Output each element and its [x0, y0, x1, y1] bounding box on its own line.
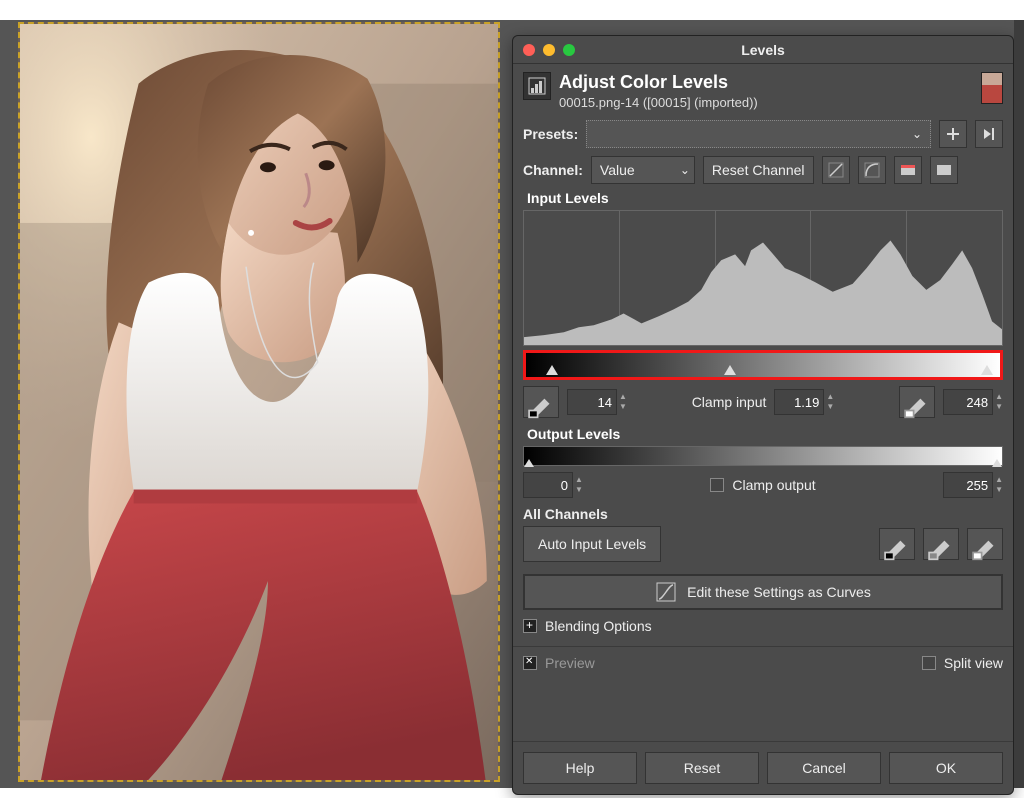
- linear-hist-icon[interactable]: [822, 156, 850, 184]
- output-gradient[interactable]: [523, 446, 1003, 466]
- presets-select[interactable]: ⌄: [586, 120, 931, 148]
- output-low-handle[interactable]: [524, 459, 534, 467]
- log-hist-icon[interactable]: [858, 156, 886, 184]
- dialog-subtitle: 00015.png-14 ([00015] (imported)): [559, 95, 758, 110]
- window-title: Levels: [513, 42, 1013, 58]
- image-canvas[interactable]: [18, 22, 500, 782]
- pick-white-button[interactable]: [899, 386, 935, 418]
- output-high-field[interactable]: ▲▼: [943, 472, 1003, 498]
- reset-channel-button[interactable]: Reset Channel: [703, 156, 814, 184]
- input-high-field[interactable]: ▲▼: [943, 389, 1003, 415]
- preview-label: Preview: [545, 655, 595, 671]
- blending-expand-icon[interactable]: [523, 619, 537, 633]
- clamp-output-checkbox[interactable]: [710, 478, 724, 492]
- ok-button[interactable]: OK: [889, 752, 1003, 784]
- histogram: [523, 210, 1003, 346]
- help-button[interactable]: Help: [523, 752, 637, 784]
- pick-black-button[interactable]: [523, 386, 559, 418]
- preview-checkbox[interactable]: [523, 656, 537, 670]
- input-gamma-field[interactable]: ▲▼: [774, 389, 834, 415]
- hist-lum-icon[interactable]: [930, 156, 958, 184]
- output-high-handle[interactable]: [992, 459, 1002, 467]
- add-preset-button[interactable]: [939, 120, 967, 148]
- channel-select[interactable]: Value⌄: [591, 156, 695, 184]
- edit-as-curves-button[interactable]: Edit these Settings as Curves: [523, 574, 1003, 610]
- hist-rgb-icon[interactable]: [894, 156, 922, 184]
- input-slider-highlight: [523, 350, 1003, 380]
- input-low-field[interactable]: ▲▼: [567, 389, 627, 415]
- output-low-field[interactable]: ▲▼: [523, 472, 583, 498]
- right-dock: [1014, 20, 1024, 788]
- split-view-label: Split view: [944, 655, 1003, 671]
- preset-menu-button[interactable]: [975, 120, 1003, 148]
- presets-label: Presets:: [523, 126, 578, 142]
- close-icon[interactable]: [523, 44, 535, 56]
- all-pick-gray-button[interactable]: [923, 528, 959, 560]
- cancel-button[interactable]: Cancel: [767, 752, 881, 784]
- levels-dialog: Levels Adjust Color Levels 00015.png-14 …: [512, 35, 1014, 795]
- input-low-handle[interactable]: [546, 365, 558, 375]
- all-pick-white-button[interactable]: [967, 528, 1003, 560]
- input-high-handle[interactable]: [981, 365, 993, 375]
- reset-button[interactable]: Reset: [645, 752, 759, 784]
- channel-label: Channel:: [523, 162, 583, 178]
- zoom-icon[interactable]: [563, 44, 575, 56]
- all-pick-black-button[interactable]: [879, 528, 915, 560]
- blending-options-label: Blending Options: [545, 618, 652, 634]
- auto-input-levels-button[interactable]: Auto Input Levels: [523, 526, 661, 562]
- input-gamma-handle[interactable]: [724, 365, 736, 375]
- workspace: Levels Adjust Color Levels 00015.png-14 …: [0, 20, 1024, 788]
- clamp-input-label: Clamp input: [692, 394, 767, 410]
- image-thumbnail: [981, 72, 1003, 104]
- input-gradient[interactable]: [526, 353, 1000, 377]
- input-levels-title: Input Levels: [513, 190, 1013, 206]
- minimize-icon[interactable]: [543, 44, 555, 56]
- all-channels-title: All Channels: [523, 506, 1003, 522]
- split-view-checkbox[interactable]: [922, 656, 936, 670]
- levels-icon: [523, 72, 551, 100]
- titlebar[interactable]: Levels: [513, 36, 1013, 64]
- output-levels-title: Output Levels: [513, 426, 1013, 442]
- clamp-output-label: Clamp output: [732, 477, 815, 493]
- curves-icon: [655, 581, 677, 603]
- dialog-title: Adjust Color Levels: [559, 72, 758, 93]
